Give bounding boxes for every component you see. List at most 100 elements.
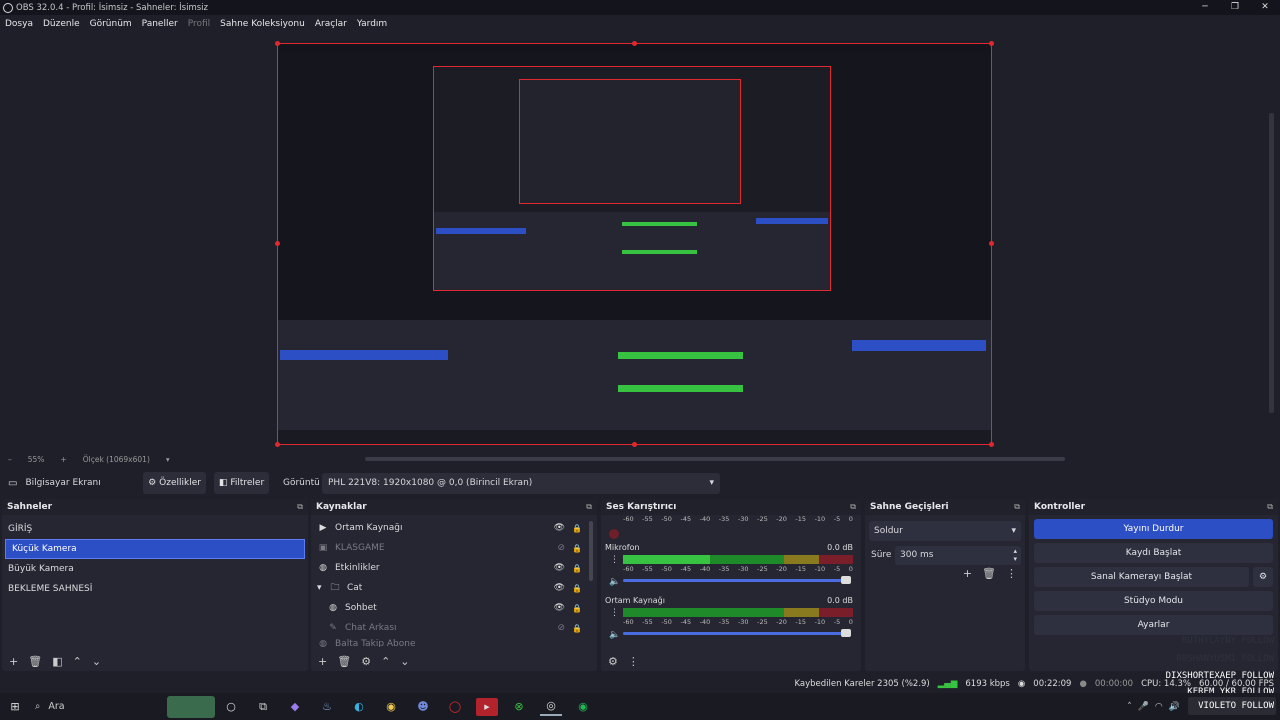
eye-icon[interactable]: 👁 <box>554 523 565 533</box>
start-virtual-camera-button[interactable]: Sanal Kamerayı Başlat <box>1034 567 1249 587</box>
opera-icon[interactable]: ◯ <box>444 698 466 716</box>
task-view-icon[interactable]: ⧉ <box>252 698 274 716</box>
tray-chevron-icon[interactable]: ˄ <box>1127 702 1132 712</box>
resize-handle-l[interactable] <box>275 241 280 246</box>
resize-handle-tl[interactable] <box>275 41 280 46</box>
transition-select[interactable]: Soldur ▾ <box>869 521 1021 541</box>
mute-indicator-icon[interactable] <box>609 529 619 539</box>
mic-volume-slider[interactable] <box>623 576 851 584</box>
add-scene-icon[interactable]: + <box>9 655 18 668</box>
menu-dosya[interactable]: Dosya <box>5 19 33 29</box>
source-item[interactable]: ◍ Sohbet 👁 🔒 <box>311 598 597 618</box>
add-transition-icon[interactable]: + <box>963 567 972 580</box>
lock-icon[interactable]: 🔒 <box>572 584 582 593</box>
eye-icon[interactable]: 👁 <box>554 603 565 613</box>
undock-icon[interactable]: ⧉ <box>297 502 303 512</box>
lock-icon[interactable]: 🔒 <box>572 624 582 633</box>
kebab-menu-icon[interactable]: ⋮ <box>610 555 619 565</box>
eye-hidden-icon[interactable]: ⊘ <box>557 543 565 553</box>
edge-icon[interactable]: ◐ <box>348 698 370 716</box>
move-up-icon[interactable]: ⌃ <box>73 655 82 668</box>
slider-knob[interactable] <box>841 576 851 584</box>
kebab-menu-icon[interactable]: ⋮ <box>628 655 639 668</box>
menu-sahne-koleksiyonu[interactable]: Sahne Koleksiyonu <box>220 19 305 29</box>
display-select[interactable]: PHL 221V8: 1920x1080 @ 0,0 (Birincil Ekr… <box>322 472 720 494</box>
preview-screen-capture[interactable] <box>277 43 992 445</box>
copilot-icon[interactable]: ◆ <box>284 698 306 716</box>
taskbar-search[interactable]: ⌕ Ara <box>35 695 215 718</box>
menu-yardim[interactable]: Yardım <box>357 19 387 29</box>
lock-icon[interactable]: 🔒 <box>572 524 582 533</box>
speaker-icon[interactable]: 🔈 <box>609 577 620 587</box>
menu-duzenle[interactable]: Düzenle <box>43 19 80 29</box>
resize-handle-b[interactable] <box>632 442 637 447</box>
lock-icon[interactable]: 🔒 <box>572 564 582 573</box>
windows-start-icon[interactable]: ⊞ <box>4 698 26 716</box>
eye-icon[interactable]: 👁 <box>554 563 565 573</box>
scene-item[interactable]: Büyük Kamera <box>2 559 308 579</box>
resize-handle-tr[interactable] <box>989 41 994 46</box>
stop-streaming-button[interactable]: Yayını Durdur <box>1034 519 1273 539</box>
minimize-button[interactable]: ─ <box>1190 0 1220 15</box>
maximize-button[interactable]: ❐ <box>1220 0 1250 15</box>
properties-button[interactable]: ⚙ Özellikler <box>143 472 206 494</box>
vertical-scrollbar[interactable] <box>1269 113 1274 413</box>
spinner-icon[interactable]: ▴ ▾ <box>1013 547 1017 563</box>
trash-icon[interactable]: 🗑 <box>337 655 351 668</box>
horizontal-scrollbar[interactable] <box>365 457 1065 461</box>
media-volume-slider[interactable] <box>623 629 851 637</box>
source-group[interactable]: ▾ 🗀 Cat 👁 🔒 <box>311 578 597 598</box>
source-item[interactable]: ✎ Chat Arkası ⊘ 🔒 <box>311 618 597 638</box>
xbox-icon[interactable]: ⊗ <box>508 698 530 716</box>
cortana-icon[interactable]: ○ <box>220 698 242 716</box>
lock-icon[interactable]: 🔒 <box>572 544 582 553</box>
undock-icon[interactable]: ⧉ <box>1267 502 1273 512</box>
discord-icon[interactable]: ☻ <box>412 698 434 716</box>
undock-icon[interactable]: ⧉ <box>1014 502 1020 512</box>
zoom-in-button[interactable]: + <box>60 455 66 464</box>
sources-scrollbar[interactable] <box>589 521 593 581</box>
microphone-icon[interactable]: 🎤 <box>1138 702 1149 712</box>
resize-handle-r[interactable] <box>989 241 994 246</box>
filter-icon[interactable]: ◧ <box>52 655 62 668</box>
resize-handle-t[interactable] <box>632 41 637 46</box>
trash-icon[interactable]: 🗑 <box>28 655 42 668</box>
menu-paneller[interactable]: Paneller <box>142 19 178 29</box>
move-down-icon[interactable]: ⌄ <box>400 655 409 668</box>
mixer-settings-icon[interactable]: ⚙ <box>608 655 618 668</box>
kebab-menu-icon[interactable]: ⋮ <box>610 608 619 618</box>
collapse-arrow-icon[interactable]: ▾ <box>317 583 327 593</box>
kebab-menu-icon[interactable]: ⋮ <box>1006 567 1017 580</box>
gear-icon[interactable]: ⚙ <box>361 655 371 668</box>
gear-icon[interactable]: ⚙ <box>1253 567 1273 587</box>
lock-icon[interactable]: 🔒 <box>572 604 582 613</box>
settings-button[interactable]: Ayarlar <box>1034 615 1273 635</box>
studio-mode-button[interactable]: Stüdyo Modu <box>1034 591 1273 611</box>
obs-icon[interactable]: ◎ <box>540 698 562 716</box>
trash-icon[interactable]: 🗑 <box>982 567 996 580</box>
wifi-icon[interactable]: ◠ <box>1155 702 1163 712</box>
eye-icon[interactable]: 👁 <box>554 583 565 593</box>
menu-araclar[interactable]: Araçlar <box>315 19 347 29</box>
video-editor-icon[interactable]: ▶ <box>476 697 498 716</box>
duration-input[interactable]: 300 ms ▴ ▾ <box>895 545 1021 565</box>
slider-knob[interactable] <box>841 629 851 637</box>
source-item[interactable]: ▶ Ortam Kaynağı 👁 🔒 <box>311 518 597 538</box>
chrome-icon[interactable]: ◉ <box>380 698 402 716</box>
close-button[interactable]: ✕ <box>1250 0 1280 15</box>
start-recording-button[interactable]: Kaydı Başlat <box>1034 543 1273 563</box>
menu-profil[interactable]: Profil <box>188 19 210 29</box>
scene-item[interactable]: GİRİŞ <box>2 519 308 539</box>
steam-icon[interactable]: ♨ <box>316 698 338 716</box>
zoom-out-button[interactable]: – <box>8 455 12 464</box>
volume-icon[interactable]: 🔊 <box>1169 702 1180 712</box>
source-item[interactable]: ◍ Etkinlikler 👁 🔒 <box>311 558 597 578</box>
resize-handle-bl[interactable] <box>275 442 280 447</box>
scene-item-selected[interactable]: Küçük Kamera <box>5 539 305 559</box>
source-item[interactable]: ▣ KLASGAME ⊘ 🔒 <box>311 538 597 558</box>
filters-button[interactable]: ◧ Filtreler <box>214 472 269 494</box>
menu-gorunum[interactable]: Görünüm <box>90 19 132 29</box>
undock-icon[interactable]: ⧉ <box>850 502 856 512</box>
undock-icon[interactable]: ⧉ <box>586 502 592 512</box>
add-source-icon[interactable]: + <box>318 655 327 668</box>
